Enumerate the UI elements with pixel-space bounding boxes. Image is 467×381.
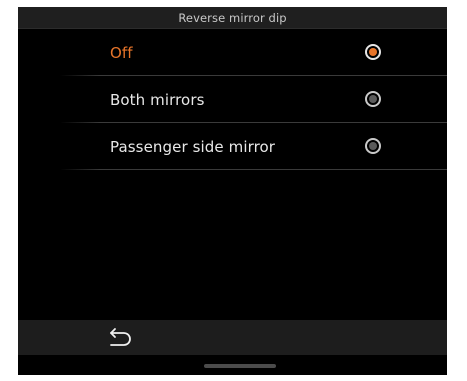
option-label: Passenger side mirror	[110, 138, 276, 156]
option-label: Both mirrors	[110, 91, 205, 109]
back-arrow-icon	[110, 328, 131, 346]
settings-screen: Reverse mirror dip Off Both mirrors Pass…	[18, 7, 447, 375]
back-button[interactable]	[102, 324, 136, 352]
option-label: Off	[110, 44, 133, 62]
radio-dot	[369, 48, 377, 56]
bottom-bar	[18, 355, 447, 375]
option-passenger-side-mirror[interactable]: Passenger side mirror	[18, 123, 447, 170]
option-both-mirrors[interactable]: Both mirrors	[18, 76, 447, 123]
radio-dot	[369, 142, 377, 150]
header-bar: Reverse mirror dip	[18, 7, 447, 29]
option-off[interactable]: Off	[18, 29, 447, 76]
divider	[60, 169, 447, 170]
home-indicator[interactable]	[204, 364, 276, 368]
option-list: Off Both mirrors Passenger side mirror	[18, 29, 447, 170]
page-title: Reverse mirror dip	[178, 11, 287, 25]
radio-dot	[369, 95, 377, 103]
radio-button-selected[interactable]	[365, 44, 381, 60]
footer-bar	[18, 320, 447, 355]
radio-button[interactable]	[365, 138, 381, 154]
radio-button[interactable]	[365, 91, 381, 107]
